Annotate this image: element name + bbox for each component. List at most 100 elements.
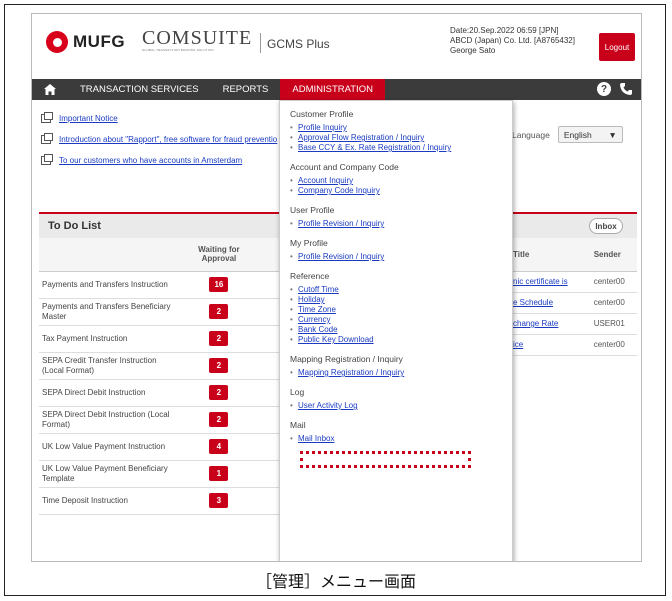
notice-link[interactable]: To our customers who have accounts in Am… — [59, 156, 242, 165]
comsuite-logo: COMSUITE GLOBAL TRANSACTION BANKING SOLU… — [142, 27, 252, 52]
todo-item-name: Time Deposit Instruction — [39, 487, 180, 515]
product-name: COMSUITE — [142, 27, 253, 49]
menu-item-label: Holiday — [298, 295, 325, 304]
main-nav: TRANSACTION SERVICES REPORTS ADMINISTRAT… — [32, 79, 641, 100]
message-link[interactable]: change Rate — [513, 319, 558, 328]
menu-item-label: Company Code Inquiry — [298, 186, 380, 195]
menu-item[interactable]: Public Key Download — [290, 335, 512, 345]
todo-waiting-cell: 4 — [179, 433, 259, 461]
menu-section-links: Account InquiryCompany Code Inquiry — [290, 176, 512, 196]
menu-section-links: Cutoff TimeHolidayTime ZoneCurrencyBank … — [290, 285, 512, 345]
menu-section-links: Mail Inbox — [290, 434, 512, 444]
todo-item-name: SEPA Direct Debit Instruction — [39, 379, 180, 407]
menu-item[interactable]: Profile Revision / Inquiry — [290, 252, 512, 262]
notice-item[interactable]: Introduction about "Rapport", free softw… — [41, 129, 277, 150]
message-sender: center00 — [583, 334, 637, 356]
todo-item-name: SEPA Credit Transfer Instruction (Local … — [39, 352, 180, 380]
table-row[interactable]: e Schedule center00 — [512, 292, 637, 314]
count-badge[interactable]: 16 — [209, 277, 229, 292]
language-label: Language — [512, 129, 550, 140]
message-link[interactable]: nic certificate is — [513, 277, 568, 286]
phone-icon[interactable] — [619, 82, 633, 98]
window-icon — [41, 112, 53, 123]
menu-item[interactable]: Mail Inbox — [290, 434, 512, 444]
count-badge[interactable]: 2 — [209, 385, 229, 400]
logout-button[interactable]: Logout — [599, 33, 635, 61]
menu-item-label: Time Zone — [298, 305, 336, 314]
help-icon[interactable]: ? — [597, 82, 611, 96]
notice-link[interactable]: Important Notice — [59, 114, 118, 123]
administration-menu: Customer Profile Profile InquiryApproval … — [279, 100, 513, 561]
todo-item-name: UK Low Value Payment Instruction — [39, 433, 180, 461]
todo-waiting-cell: 2 — [179, 379, 259, 407]
count-badge[interactable]: 2 — [209, 358, 229, 373]
menu-item-label: Mail Inbox — [298, 434, 335, 443]
menu-item[interactable]: Profile Revision / Inquiry — [290, 219, 512, 229]
product-subtitle: GCMS Plus — [267, 37, 330, 51]
login-date: Date:20.Sep.2022 06:59 [JPN] — [450, 26, 559, 35]
count-badge[interactable]: 2 — [209, 331, 229, 346]
nav-transaction-services[interactable]: TRANSACTION SERVICES — [68, 79, 211, 100]
message-title-cell: nic certificate is — [512, 271, 584, 293]
menu-section-title: Reference — [290, 271, 330, 281]
menu-item[interactable]: Account Inquiry — [290, 176, 512, 186]
menu-item[interactable]: Base CCY & Ex. Rate Registration / Inqui… — [290, 143, 512, 153]
message-link[interactable]: ice — [513, 340, 523, 349]
menu-item-label: Account Inquiry — [298, 176, 354, 185]
message-sender: center00 — [583, 271, 637, 293]
table-row[interactable]: ice center00 — [512, 334, 637, 356]
count-badge[interactable]: 2 — [209, 412, 229, 427]
menu-section-title: Customer Profile — [290, 109, 354, 119]
menu-section-title: User Profile — [290, 205, 335, 215]
count-badge[interactable]: 4 — [209, 439, 229, 454]
todo-item-name: Payments and Transfers Beneficiary Maste… — [39, 298, 180, 326]
menu-section-title: Log — [290, 387, 305, 397]
language-select[interactable]: English ▼ — [557, 126, 623, 143]
count-badge[interactable]: 3 — [209, 493, 229, 508]
menu-item[interactable]: Company Code Inquiry — [290, 186, 512, 196]
notice-item[interactable]: To our customers who have accounts in Am… — [41, 150, 277, 171]
company-name: ABCD (Japan) Co. Ltd. [A8765432] — [450, 36, 575, 45]
user-name: George Sato — [450, 46, 496, 55]
todo-item-name: Payments and Transfers Instruction — [39, 271, 180, 299]
menu-item[interactable]: Holiday — [290, 295, 512, 305]
todo-waiting-cell: 1 — [179, 460, 259, 488]
home-icon[interactable] — [32, 84, 68, 95]
count-badge[interactable]: 1 — [209, 466, 229, 481]
notice-link[interactable]: Introduction about "Rapport", free softw… — [59, 135, 277, 144]
menu-item[interactable]: Cutoff Time — [290, 285, 512, 295]
table-row[interactable]: change Rate USER01 — [512, 313, 637, 335]
figure-caption: ［管理］メニュー画面 — [255, 572, 416, 591]
todo-item-name: UK Low Value Payment Beneficiary Templat… — [39, 460, 180, 488]
inbox-button[interactable]: Inbox — [589, 218, 623, 234]
todo-waiting-cell: 3 — [179, 487, 259, 515]
language-selector: Language English ▼ — [512, 126, 623, 143]
notice-item[interactable]: Important Notice — [41, 108, 277, 129]
window-icon — [41, 133, 53, 144]
menu-item[interactable]: Profile Inquiry — [290, 123, 512, 133]
menu-item[interactable]: Approval Flow Registration / Inquiry — [290, 133, 512, 143]
menu-item[interactable]: Currency — [290, 315, 512, 325]
table-row[interactable]: nic certificate is center00 — [512, 271, 637, 293]
brand-text: MUFG — [73, 32, 126, 51]
message-link[interactable]: e Schedule — [513, 298, 553, 307]
count-badge[interactable]: 2 — [209, 304, 229, 319]
header-divider — [260, 33, 261, 53]
menu-item[interactable]: Bank Code — [290, 325, 512, 335]
menu-section-links: Profile Revision / Inquiry — [290, 252, 512, 262]
header: MUFG COMSUITE GLOBAL TRANSACTION BANKING… — [32, 14, 641, 76]
menu-item[interactable]: Mapping Registration / Inquiry — [290, 368, 512, 378]
mufg-logo-icon — [46, 31, 68, 53]
menu-section-links: Profile InquiryApproval Flow Registratio… — [290, 123, 512, 153]
nav-reports[interactable]: REPORTS — [211, 79, 281, 100]
menu-section-title: Mail — [290, 420, 306, 430]
menu-item[interactable]: User Activity Log — [290, 401, 512, 411]
todo-waiting-cell: 16 — [179, 271, 259, 299]
menu-item[interactable]: Time Zone — [290, 305, 512, 315]
menu-section-title: My Profile — [290, 238, 328, 248]
message-sender: USER01 — [583, 313, 637, 335]
todo-waiting-cell: 2 — [179, 298, 259, 326]
todo-item-name: SEPA Direct Debit Instruction (Local For… — [39, 406, 180, 434]
nav-administration[interactable]: ADMINISTRATION — [280, 79, 385, 100]
menu-section-links: Profile Revision / Inquiry — [290, 219, 512, 229]
